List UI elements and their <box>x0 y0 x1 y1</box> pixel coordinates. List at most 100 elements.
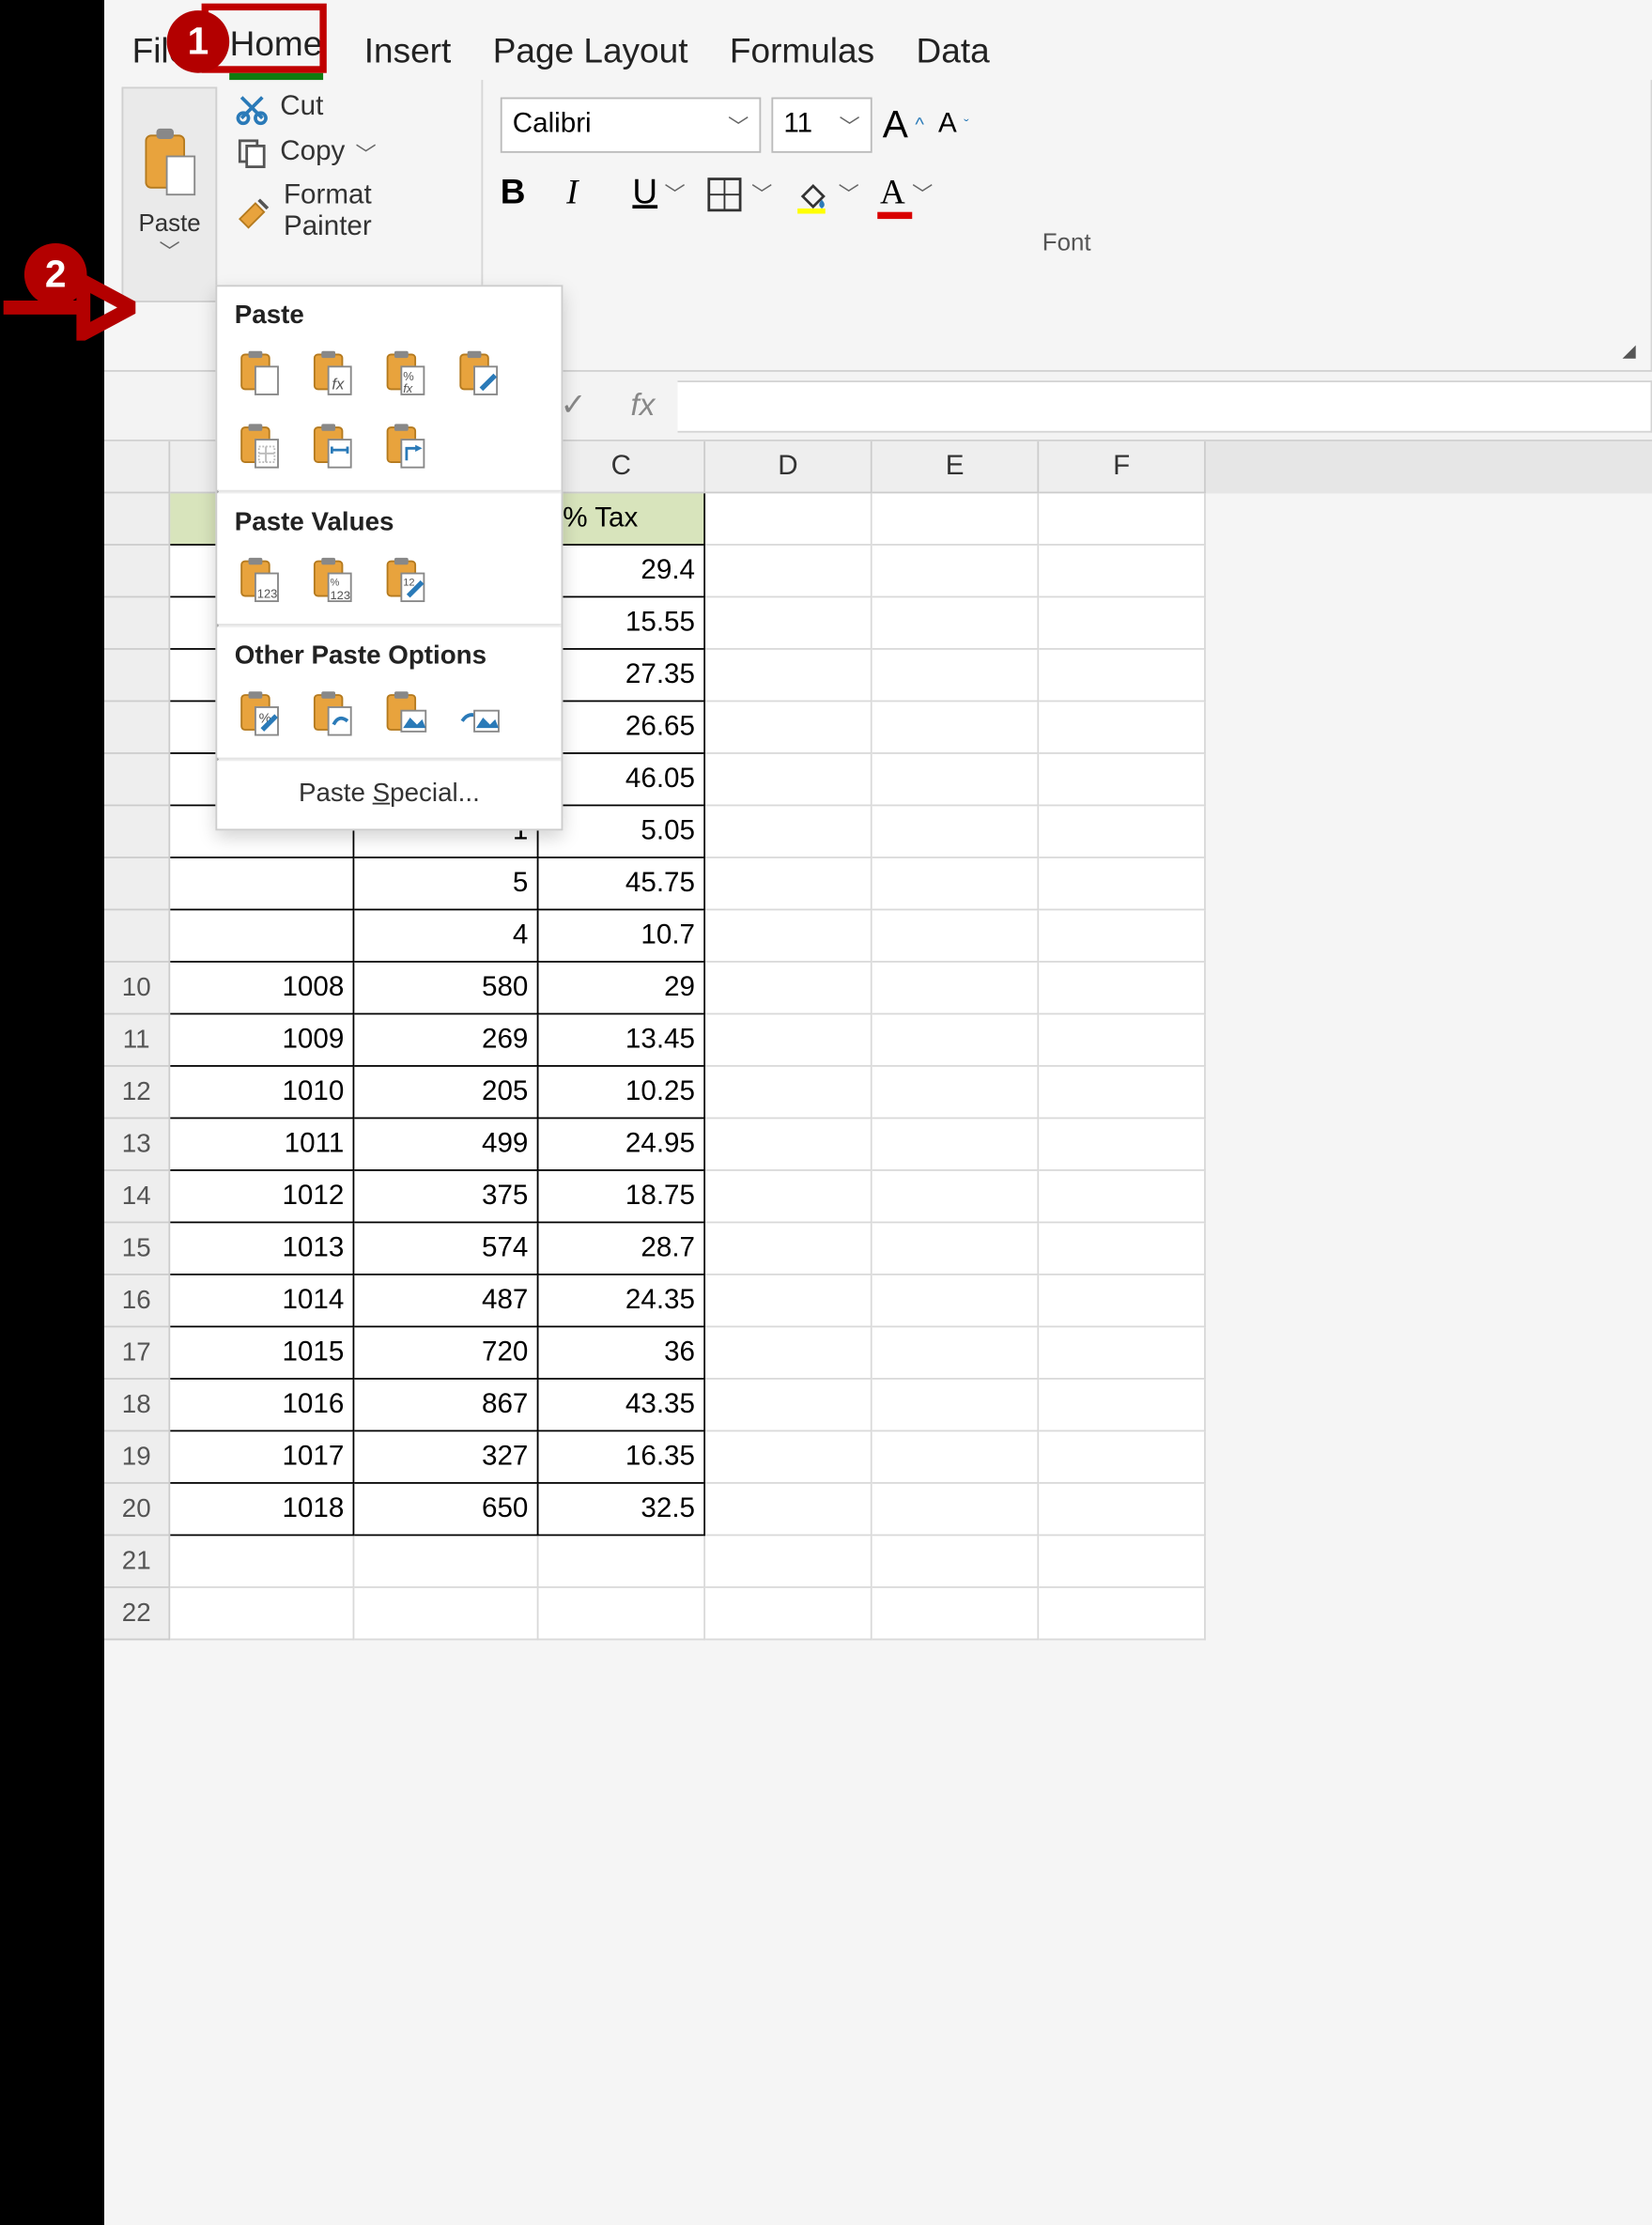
cell[interactable]: 1018 <box>170 1484 354 1537</box>
paste-formulas-number-formatting-button[interactable]: %fx <box>380 348 433 400</box>
formula-input[interactable] <box>678 379 1652 432</box>
cell[interactable] <box>170 910 354 963</box>
row-header[interactable]: 22 <box>104 1588 170 1641</box>
cell[interactable] <box>872 1484 1040 1537</box>
cell[interactable]: 375 <box>354 1171 538 1224</box>
cell[interactable] <box>872 754 1040 807</box>
cell[interactable] <box>1039 1119 1206 1171</box>
paste-button[interactable]: Paste ﹀ <box>122 87 218 302</box>
copy-dropdown-chevron-icon[interactable]: ﹀ <box>355 138 376 167</box>
cell[interactable]: 1017 <box>170 1431 354 1484</box>
cell[interactable] <box>1039 546 1206 598</box>
cell[interactable] <box>1039 1536 1206 1588</box>
cell[interactable] <box>705 910 872 963</box>
cell[interactable] <box>1039 754 1206 807</box>
row-header[interactable]: 15 <box>104 1223 170 1275</box>
cell[interactable]: 327 <box>354 1431 538 1484</box>
underline-button[interactable]: U ﹀ <box>632 174 685 214</box>
cell[interactable]: 43.35 <box>539 1380 706 1432</box>
cell[interactable] <box>872 1171 1040 1224</box>
cell[interactable] <box>705 493 872 546</box>
cell[interactable]: 1013 <box>170 1223 354 1275</box>
paste-formulas-button[interactable]: fx <box>307 348 360 400</box>
cell[interactable] <box>872 806 1040 858</box>
paste-special-button[interactable]: Paste Special... <box>217 761 561 825</box>
row-header[interactable]: 20 <box>104 1484 170 1537</box>
italic-button[interactable]: I <box>566 174 611 214</box>
cell[interactable] <box>872 546 1040 598</box>
cell[interactable] <box>1039 1380 1206 1432</box>
cell[interactable] <box>872 910 1040 963</box>
cell[interactable]: 18.75 <box>539 1171 706 1224</box>
cell[interactable] <box>170 858 354 911</box>
cell[interactable]: 1011 <box>170 1119 354 1171</box>
paste-linked-picture-button[interactable] <box>454 688 506 741</box>
cell[interactable] <box>705 1067 872 1120</box>
cell[interactable] <box>1039 1223 1206 1275</box>
cell[interactable] <box>1039 597 1206 650</box>
cell[interactable]: 1009 <box>170 1014 354 1067</box>
cell[interactable] <box>1039 1431 1206 1484</box>
cell[interactable]: 16.35 <box>539 1431 706 1484</box>
cell[interactable] <box>705 1484 872 1537</box>
cell[interactable]: 15.55 <box>539 597 706 650</box>
cell[interactable] <box>539 1588 706 1641</box>
cell[interactable]: 24.35 <box>539 1275 706 1328</box>
cell[interactable]: 574 <box>354 1223 538 1275</box>
cell[interactable]: 1014 <box>170 1275 354 1328</box>
cell[interactable] <box>705 1536 872 1588</box>
cell[interactable] <box>872 1223 1040 1275</box>
cell[interactable]: 205 <box>354 1067 538 1120</box>
row-header[interactable] <box>104 910 170 963</box>
cell[interactable] <box>1039 910 1206 963</box>
cell[interactable]: 36 <box>539 1327 706 1380</box>
row-header[interactable]: 12 <box>104 1067 170 1120</box>
paste-no-borders-button[interactable] <box>235 421 287 473</box>
cell[interactable] <box>1039 963 1206 1015</box>
cell[interactable]: 650 <box>354 1484 538 1537</box>
cell[interactable]: 24.95 <box>539 1119 706 1171</box>
cell[interactable]: 32.5 <box>539 1484 706 1537</box>
row-header[interactable]: 18 <box>104 1380 170 1432</box>
cell[interactable]: 1008 <box>170 963 354 1015</box>
cell[interactable] <box>872 1275 1040 1328</box>
cell[interactable]: 45.75 <box>539 858 706 911</box>
cell[interactable] <box>705 1327 872 1380</box>
decrease-font-size-button[interactable]: Aˇ <box>938 110 983 141</box>
cell[interactable] <box>705 1431 872 1484</box>
fill-color-button[interactable]: ﹀ <box>793 175 858 213</box>
cell[interactable]: 5% Tax <box>539 493 706 546</box>
cell[interactable]: 4 <box>354 910 538 963</box>
row-header[interactable]: 10 <box>104 963 170 1015</box>
cell[interactable] <box>705 1119 872 1171</box>
row-header[interactable] <box>104 597 170 650</box>
row-header[interactable] <box>104 806 170 858</box>
cell[interactable] <box>872 1119 1040 1171</box>
font-color-button[interactable]: A ﹀ <box>880 174 933 214</box>
cell[interactable]: 46.05 <box>539 754 706 807</box>
row-header[interactable] <box>104 754 170 807</box>
cell[interactable]: 5.05 <box>539 806 706 858</box>
cell[interactable] <box>705 1171 872 1224</box>
cell[interactable]: 28.7 <box>539 1223 706 1275</box>
cut-button[interactable]: Cut <box>228 87 471 129</box>
cell[interactable] <box>1039 493 1206 546</box>
cell[interactable] <box>1039 650 1206 703</box>
cell[interactable] <box>872 963 1040 1015</box>
paste-values-source-formatting-button[interactable]: 12 <box>380 554 433 607</box>
cell[interactable]: 1012 <box>170 1171 354 1224</box>
cell[interactable] <box>705 1275 872 1328</box>
cell[interactable]: 29.4 <box>539 546 706 598</box>
format-painter-button[interactable]: Format Painter <box>228 178 471 247</box>
cell[interactable] <box>872 1380 1040 1432</box>
tab-insert[interactable]: Insert <box>364 33 452 80</box>
cell[interactable] <box>872 702 1040 754</box>
row-header[interactable] <box>104 858 170 911</box>
row-header[interactable] <box>104 650 170 703</box>
tab-page-layout[interactable]: Page Layout <box>493 33 688 80</box>
cell[interactable] <box>705 858 872 911</box>
tab-data[interactable]: Data <box>917 33 990 80</box>
cell[interactable] <box>1039 1067 1206 1120</box>
cell[interactable] <box>705 754 872 807</box>
cell[interactable]: 580 <box>354 963 538 1015</box>
